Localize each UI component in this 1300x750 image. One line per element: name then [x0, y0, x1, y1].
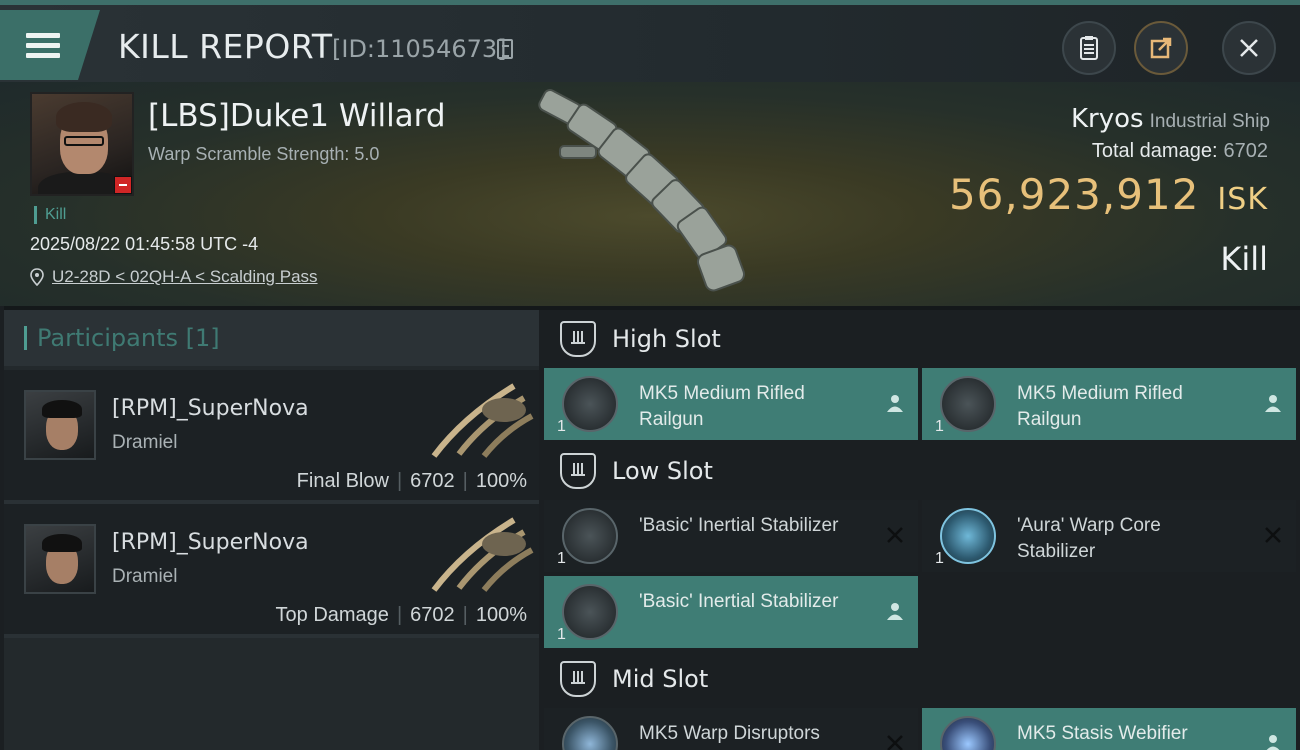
low-slot-label: Low Slot	[612, 457, 713, 485]
close-button[interactable]	[1222, 21, 1276, 75]
module-item[interactable]: 1 MK5 Stasis Webifier	[922, 708, 1296, 750]
module-item[interactable]: 1 MK5 Medium Rifled Railgun	[922, 368, 1296, 440]
fitting-panel: High Slot 1 MK5 Medium Rifled Railgun 1 …	[544, 310, 1300, 750]
module-name: MK5 Stasis Webifier	[1017, 723, 1188, 744]
dropped-person-icon	[887, 395, 903, 412]
module-name: 'Basic' Inertial Stabilizer	[639, 515, 839, 536]
participant-damage: 6702	[410, 604, 455, 626]
total-damage: Total damage: 6702	[1092, 140, 1268, 163]
total-damage-label: Total damage:	[1091, 140, 1218, 162]
clipboard-icon	[1080, 36, 1098, 60]
loss-badge-icon	[114, 176, 132, 194]
location-pin-icon	[30, 268, 44, 286]
module-item[interactable]: 1 'Aura' Warp Core Stabilizer	[922, 500, 1296, 572]
stasis-webifier-icon	[940, 716, 996, 750]
participant-name: [RPM]_SuperNova	[112, 530, 309, 555]
participants-header: Participants [1]	[4, 310, 539, 366]
victim-name[interactable]: [LBS]Duke1 Willard	[148, 98, 446, 134]
victim-ship[interactable]: Kryos Industrial Ship	[1071, 104, 1270, 134]
module-qty: 1	[935, 418, 944, 435]
total-damage-value: 6702	[1223, 140, 1269, 162]
copy-id-icon[interactable]	[497, 39, 513, 59]
participant-name: [RPM]_SuperNova	[112, 396, 309, 421]
participant-ship: Dramiel	[112, 566, 178, 587]
hamburger-icon	[26, 28, 60, 63]
isk-value: 56,923,912 ISK	[949, 170, 1268, 219]
participant-role: Final Blow	[296, 470, 389, 492]
module-name: 'Aura' Warp Core Stabilizer	[1017, 515, 1161, 562]
isk-unit: ISK	[1217, 182, 1268, 217]
warp-scramble-strength: Warp Scramble Strength: 5.0	[148, 144, 380, 164]
module-qty: 1	[557, 550, 566, 567]
close-icon	[1240, 39, 1258, 57]
isk-amount: 56,923,912	[948, 170, 1200, 219]
kill-result: Kill	[1220, 240, 1268, 278]
mid-slot-label: Mid Slot	[612, 665, 709, 693]
high-slot-header: High Slot	[544, 310, 1300, 368]
module-qty: 1	[557, 626, 566, 643]
high-slot-icon	[560, 321, 596, 357]
high-slot-label: High Slot	[612, 325, 721, 353]
railgun-icon	[940, 376, 996, 432]
module-item[interactable]: 1 MK5 Warp Disruptors	[544, 708, 918, 750]
module-name: MK5 Medium Rifled Railgun	[639, 383, 805, 430]
participant-avatar[interactable]	[24, 524, 96, 594]
railgun-icon	[562, 376, 618, 432]
ship-name: Kryos	[1071, 104, 1144, 134]
header-bar: KILL REPORT [ID:11054673]	[0, 0, 1300, 82]
participant-stats: Top Damage | 6702 | 100%	[275, 604, 527, 626]
participant-ship: Dramiel	[112, 432, 178, 453]
report-id: [ID:11054673]	[332, 35, 507, 63]
module-item[interactable]: 1 'Basic' Inertial Stabilizer	[544, 500, 918, 572]
module-name: MK5 Warp Disruptors	[639, 723, 820, 744]
participant-avatar[interactable]	[24, 390, 96, 460]
participant-percent: 100%	[475, 604, 527, 626]
dropped-person-icon	[1265, 395, 1281, 412]
kill-datetime: 2025/08/22 01:45:58 UTC -4	[30, 234, 259, 254]
ship-class: Industrial Ship	[1149, 111, 1270, 132]
clipboard-button[interactable]	[1062, 21, 1116, 75]
location-link[interactable]: U2-28D < 02QH-A < Scalding Pass	[52, 267, 318, 287]
victim-ship-image	[538, 89, 746, 292]
dramiel-ship-icon	[431, 517, 534, 592]
kill-tag: Kill	[34, 206, 66, 224]
module-qty: 1	[557, 418, 566, 435]
participant-row[interactable]: [RPM]_SuperNova Dramiel Final Blow | 6702 |…	[4, 370, 539, 504]
warp-core-stabilizer-icon	[940, 508, 996, 564]
destroyed-x-icon	[1265, 527, 1281, 543]
page-title: KILL REPORT	[118, 27, 333, 66]
module-item[interactable]: 1 'Basic' Inertial Stabilizer	[544, 576, 918, 648]
victim-banner: [LBS]Duke1 Willard Warp Scramble Strengt…	[0, 82, 1300, 306]
inertial-stabilizer-icon	[562, 508, 618, 564]
share-button[interactable]	[1134, 21, 1188, 75]
low-slot-icon	[560, 453, 596, 489]
warp-disruptor-icon	[562, 716, 618, 750]
kill-location[interactable]: U2-28D < 02QH-A < Scalding Pass	[30, 267, 318, 287]
inertial-stabilizer-icon	[562, 584, 618, 640]
participant-row[interactable]: [RPM]_SuperNova Dramiel Top Damage | 6702 |…	[4, 504, 539, 638]
dropped-person-icon	[1266, 735, 1280, 750]
module-name: 'Basic' Inertial Stabilizer	[639, 591, 839, 612]
low-slot-header: Low Slot	[544, 442, 1300, 500]
destroyed-x-icon	[887, 527, 903, 543]
participant-role: Top Damage	[275, 604, 389, 626]
module-item[interactable]: 1 MK5 Medium Rifled Railgun	[544, 368, 918, 440]
destroyed-x-icon	[887, 735, 903, 750]
mid-slot-icon	[560, 661, 596, 697]
module-name: MK5 Medium Rifled Railgun	[1017, 383, 1183, 430]
share-icon	[1150, 37, 1172, 59]
participant-damage: 6702	[410, 470, 455, 492]
participants-panel: Participants [1] [RPM]_SuperNova Dramiel…	[4, 310, 539, 750]
mid-slot-header: Mid Slot	[544, 650, 1300, 708]
dropped-person-icon	[887, 603, 903, 620]
dramiel-ship-icon	[431, 383, 534, 458]
module-qty: 1	[935, 550, 944, 567]
participant-percent: 100%	[475, 470, 527, 492]
participant-stats: Final Blow | 6702 | 100%	[296, 470, 527, 492]
menu-button[interactable]	[0, 10, 100, 80]
